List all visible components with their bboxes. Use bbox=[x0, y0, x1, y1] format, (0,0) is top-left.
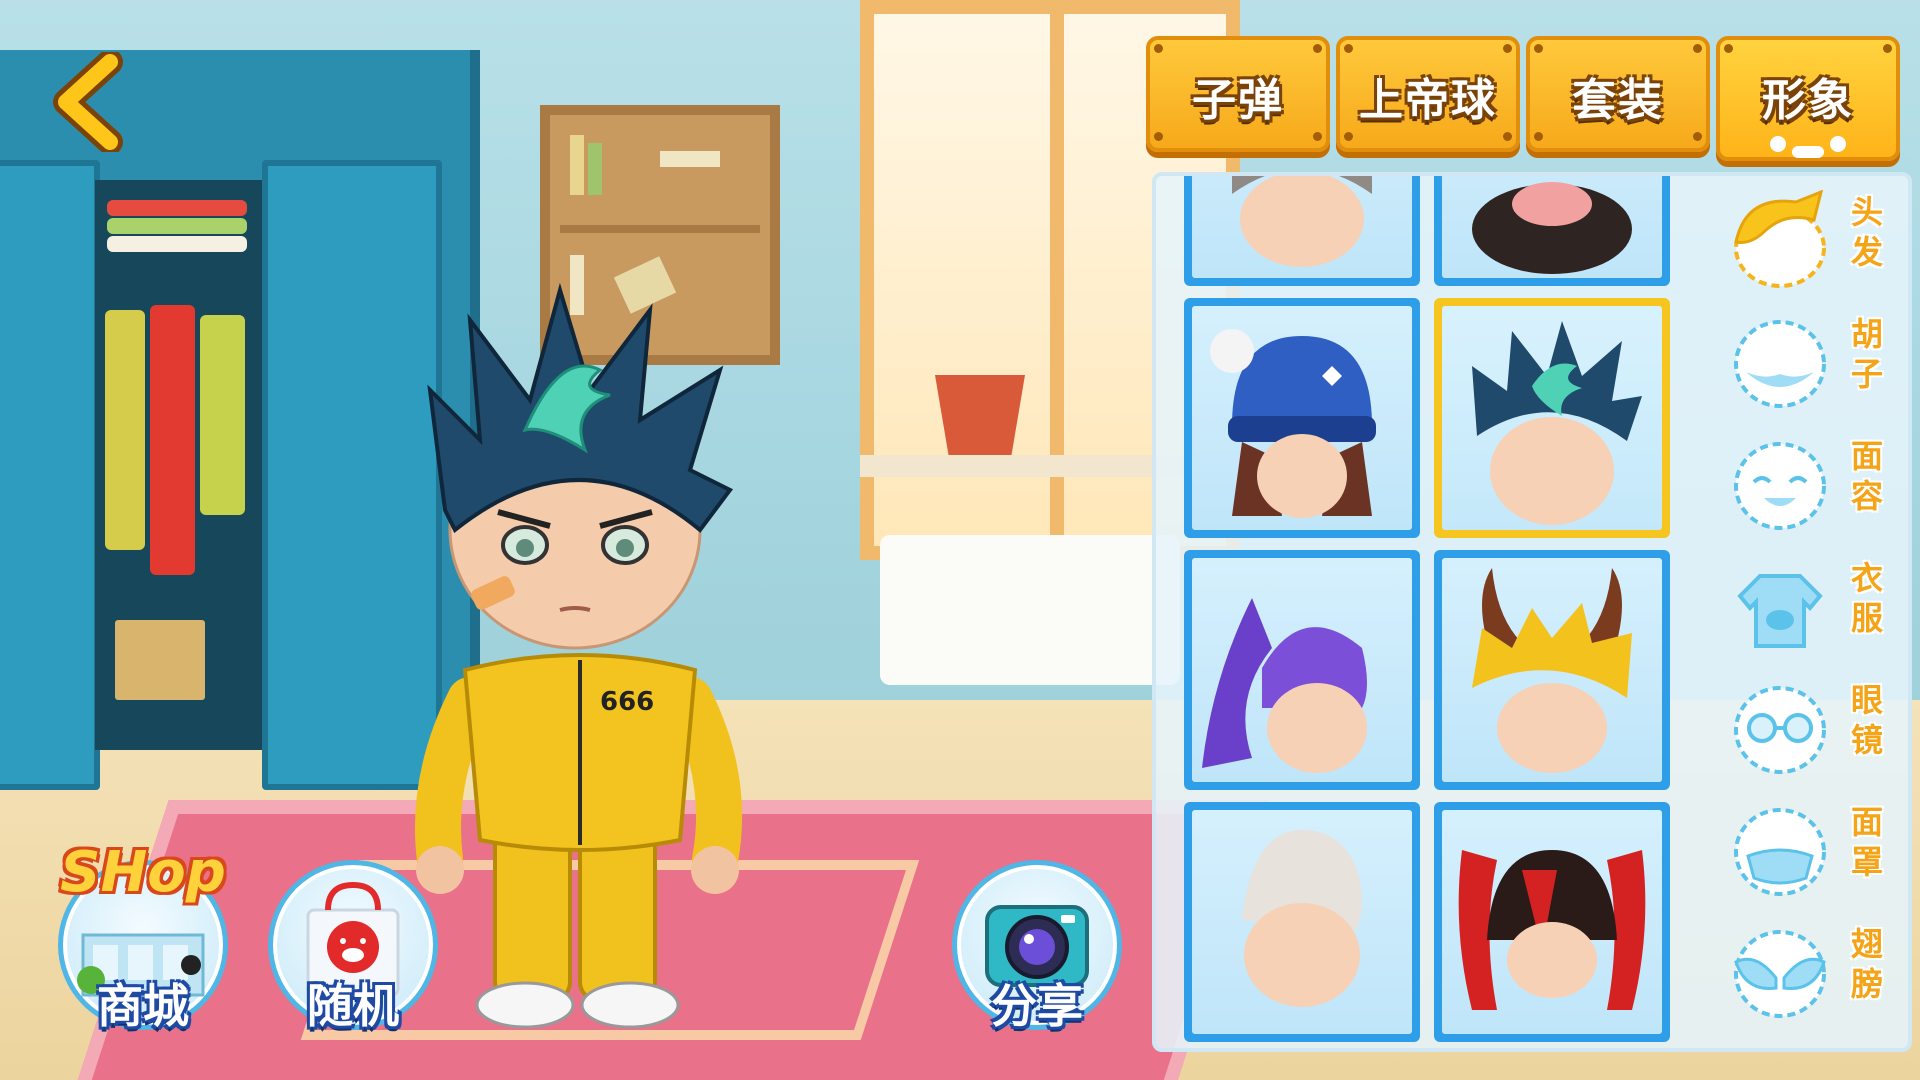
category-clothes[interactable]: 衣服 bbox=[1710, 546, 1910, 661]
tab-appearance[interactable]: 形象 bbox=[1716, 36, 1900, 161]
category-beard[interactable]: 胡子 bbox=[1710, 302, 1910, 417]
jacket-number: 666 bbox=[600, 687, 654, 717]
tab-god-ball[interactable]: 上帝球 bbox=[1336, 36, 1520, 161]
hair-icon bbox=[1734, 190, 1826, 288]
black-hair-pig-item-icon bbox=[1472, 182, 1632, 274]
item-card[interactable] bbox=[1184, 298, 1420, 538]
purple-ponytail-item-icon bbox=[1202, 598, 1367, 773]
random-button[interactable]: 随机 bbox=[268, 840, 438, 1040]
category-face-label: 面容 bbox=[1850, 437, 1883, 515]
clothes-icon bbox=[1737, 574, 1823, 648]
category-glasses-label: 眼镜 bbox=[1850, 681, 1883, 759]
spiky-hair-item-icon bbox=[1472, 321, 1642, 525]
snowflake-beanie-item-icon bbox=[1210, 329, 1376, 518]
radiator bbox=[880, 535, 1180, 685]
wardrobe bbox=[0, 50, 480, 790]
red-black-twintail-item-icon bbox=[1458, 850, 1646, 1010]
flower-pot bbox=[935, 375, 1025, 455]
back-button[interactable] bbox=[48, 49, 128, 155]
item-card[interactable] bbox=[1184, 802, 1420, 1042]
face-icon bbox=[1734, 442, 1826, 530]
category-hair[interactable]: 头发 bbox=[1710, 180, 1910, 295]
tab-bullet-label: 子弹 bbox=[1192, 75, 1284, 126]
item-card[interactable] bbox=[1434, 802, 1670, 1042]
wings-icon bbox=[1734, 930, 1826, 1018]
item-card-selected[interactable] bbox=[1434, 298, 1670, 538]
category-beard-label: 胡子 bbox=[1850, 315, 1883, 393]
category-glasses[interactable]: 眼镜 bbox=[1710, 668, 1910, 783]
category-hair-label: 头发 bbox=[1850, 193, 1883, 271]
category-wings-label: 翅膀 bbox=[1850, 925, 1883, 1003]
player-avatar: 666 bbox=[410, 280, 750, 1040]
item-card[interactable] bbox=[1184, 176, 1420, 286]
tab-outfit-label: 套装 bbox=[1572, 75, 1664, 126]
item-card[interactable] bbox=[1434, 550, 1670, 790]
share-button-label: 分享 bbox=[991, 979, 1083, 1033]
tab-bullet[interactable]: 子弹 bbox=[1146, 36, 1330, 161]
category-mask[interactable]: 面罩 bbox=[1710, 790, 1910, 905]
grey-hair-item-icon bbox=[1232, 176, 1372, 267]
share-button[interactable]: 分享 bbox=[952, 840, 1122, 1040]
shop-button[interactable]: SHop 商城 bbox=[58, 840, 228, 1040]
category-face[interactable]: 面容 bbox=[1710, 424, 1910, 539]
tab-god-ball-label: 上帝球 bbox=[1359, 75, 1497, 126]
wardrobe-interior bbox=[95, 180, 265, 750]
random-button-label: 随机 bbox=[307, 979, 399, 1033]
subcategory-sidebar: 头发 胡子 面容 衣服 眼镜 面罩 翅膀 bbox=[1710, 180, 1910, 1040]
mascot-face-icon bbox=[1770, 136, 1846, 158]
item-card[interactable] bbox=[1434, 176, 1670, 286]
tab-appearance-label: 形象 bbox=[1762, 75, 1854, 126]
category-tabs: 子弹 上帝球 套装 形象 bbox=[1146, 36, 1906, 161]
chevron-left-icon bbox=[53, 49, 123, 155]
category-mask-label: 面罩 bbox=[1850, 803, 1883, 881]
white-quiff-item-icon bbox=[1242, 830, 1362, 1007]
wardrobe-door-left bbox=[0, 160, 100, 790]
beard-icon bbox=[1734, 320, 1826, 408]
category-clothes-label: 衣服 bbox=[1850, 559, 1883, 637]
shop-sign: SHop bbox=[60, 840, 226, 905]
golden-horned-item-icon bbox=[1472, 568, 1632, 773]
shop-button-label: 商城 bbox=[97, 979, 189, 1033]
mask-icon bbox=[1734, 808, 1826, 896]
tab-outfit[interactable]: 套装 bbox=[1526, 36, 1710, 161]
item-card[interactable] bbox=[1184, 550, 1420, 790]
category-wings[interactable]: 翅膀 bbox=[1710, 912, 1910, 1027]
glasses-icon bbox=[1734, 686, 1826, 774]
